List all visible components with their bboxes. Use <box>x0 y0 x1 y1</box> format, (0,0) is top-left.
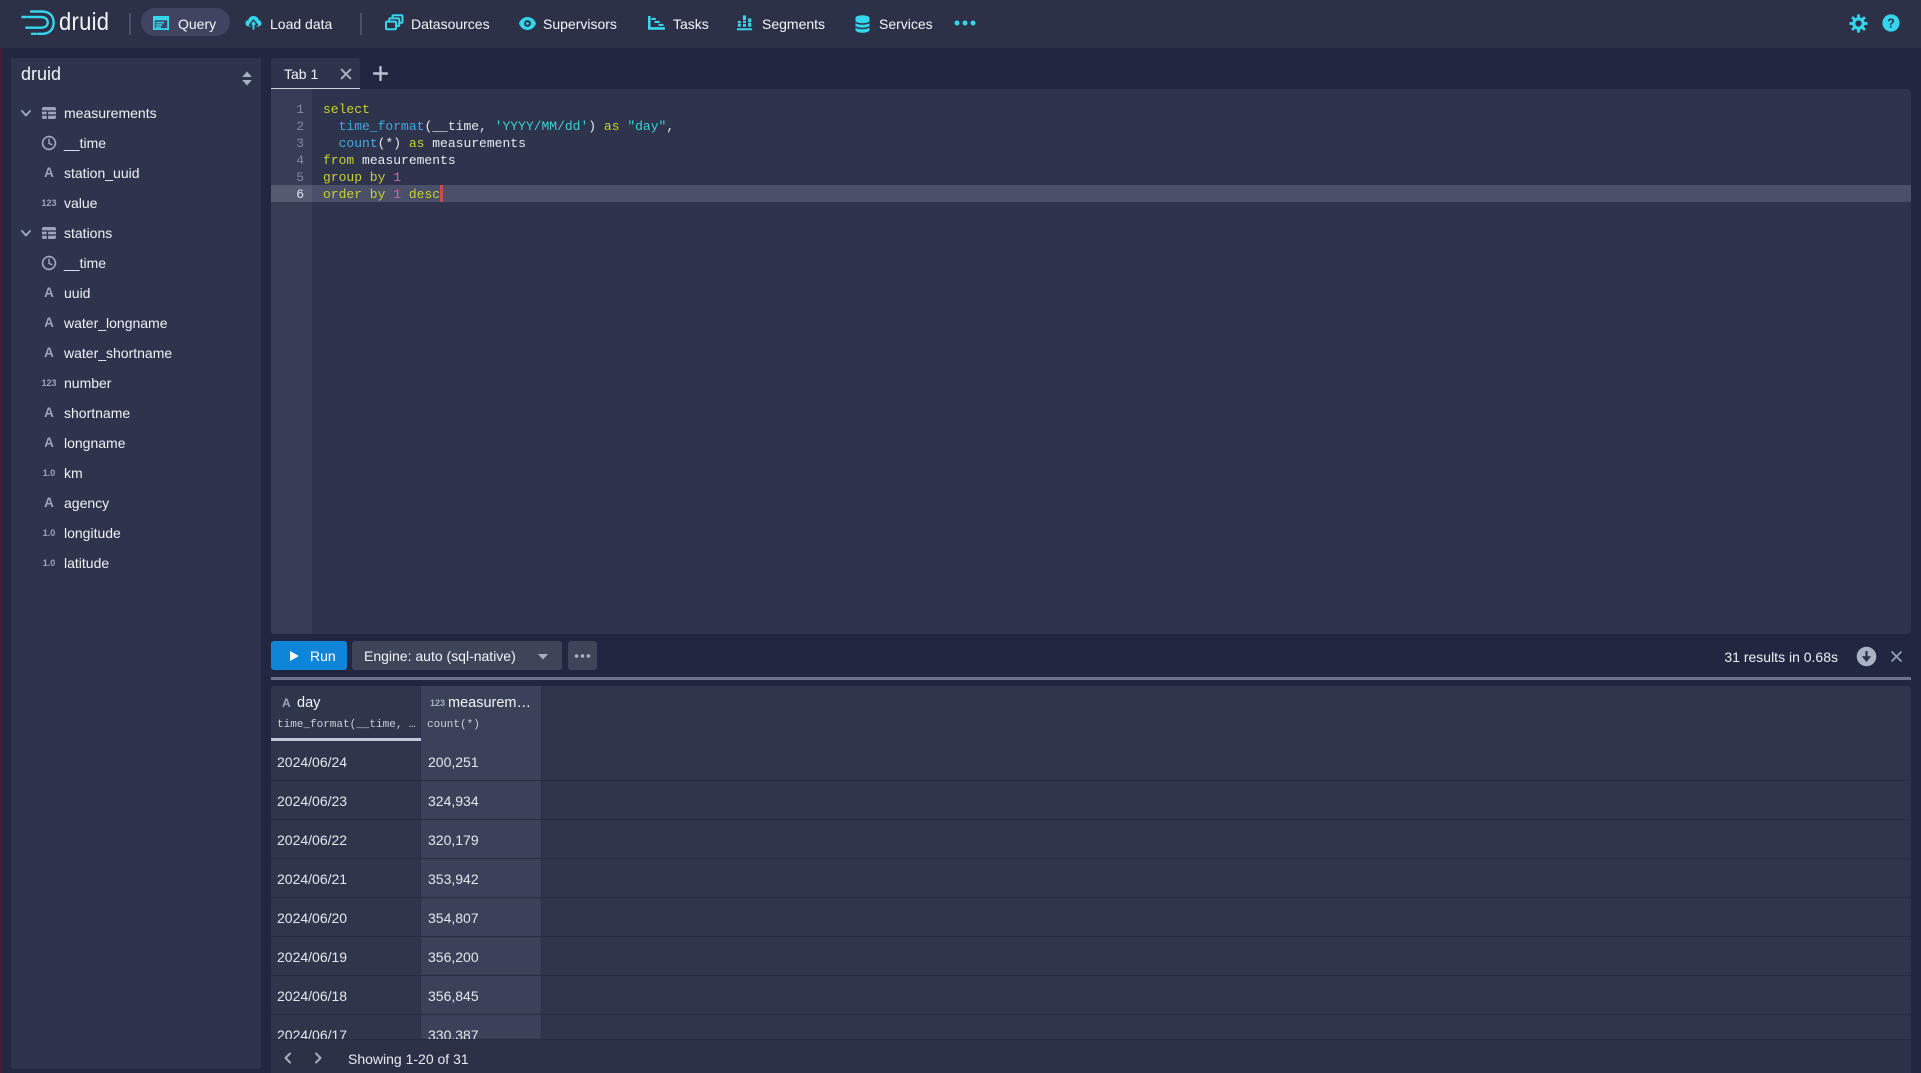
svg-text:?: ? <box>1887 16 1895 30</box>
